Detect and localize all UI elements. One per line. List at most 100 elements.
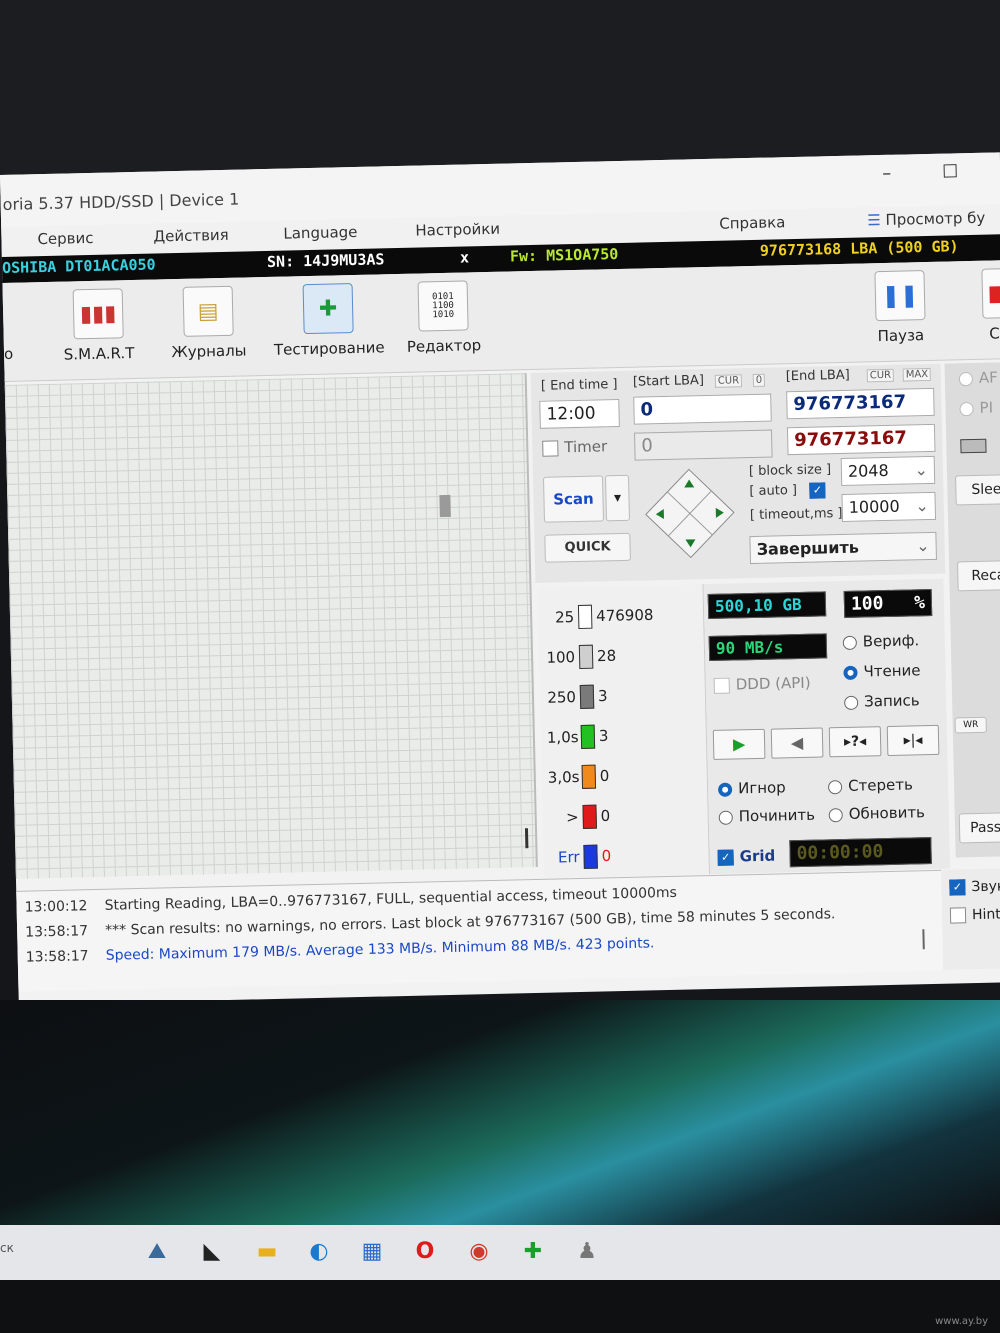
action-ignore-radio[interactable]: Игнор [717,778,786,798]
timer-label: Timer [564,437,608,457]
opera-icon[interactable]: O [408,1235,442,1269]
end-time-value: 12:00 [546,403,596,425]
log-text: Speed: Maximum 179 MB/s. Average 133 MB/… [105,935,655,964]
mode-write-radio[interactable]: Запись [844,691,920,711]
ddd-label: DDD (API) [735,673,811,694]
sound-checkbox[interactable]: ✓ Звук [949,878,1000,896]
action-erase-label: Стереть [847,775,914,795]
list-icon: ☰ [867,210,886,230]
side-option-pi[interactable]: PI [959,399,993,418]
passport-button[interactable]: Passp [958,812,1000,844]
ddd-api-checkbox[interactable]: DDD (API) [713,673,811,694]
menu-language[interactable]: Language [283,223,357,243]
stat-label: > [565,807,579,826]
edge-icon[interactable]: ◐ [302,1235,336,1269]
stop-button[interactable]: ■ Ст [977,268,1000,343]
skip-end-button[interactable]: ▸|◂ [886,724,940,757]
rewind-button[interactable]: ◀ [770,727,824,759]
scan-readouts: 500,10 GB 100% 90 MB/s DDD (API) Вериф. … [703,578,950,875]
close-device-button[interactable]: x [460,248,469,266]
recalibrate-button[interactable]: Reca [957,559,1000,592]
timeout-select[interactable]: 10000 ⌄ [841,491,937,522]
side-pi-label: PI [979,398,994,417]
log-scroll-marker[interactable] [922,929,925,950]
menu-settings[interactable]: Настройки [415,220,500,240]
end-time-input[interactable]: 12:00 [539,399,620,429]
chrome-icon[interactable]: ◉ [462,1235,496,1269]
stat-row: 100 28 [545,644,617,670]
scan-button[interactable]: Scan [542,475,605,523]
stat-count: 3 [597,686,608,706]
widgets-icon[interactable]: ⛰ [140,1235,174,1269]
action-erase-radio[interactable]: Стереть [827,775,914,795]
pause-button[interactable]: ❚❚ Пауза [864,270,936,346]
wr-button[interactable]: WR [954,716,987,734]
sleep-button[interactable]: Slee [955,474,1000,506]
mode-write-label: Запись [863,691,920,711]
map-scroll-marker[interactable] [524,828,529,849]
stats-list: 25 476908 100 28 250 3 1,0s 3 3,0s 0 >0 Err 0 [538,584,703,869]
action-repair-radio[interactable]: Починить [718,806,815,826]
menu-actions[interactable]: Действия [153,226,229,246]
auto-label: [ auto ] [749,483,798,500]
block-size-value: 2048 [847,460,889,481]
watermark: www.ay.by [935,1316,988,1327]
drive-firmware: Fw: MS1OA750 [509,244,619,266]
pi-radio-dot [959,401,974,416]
store-icon[interactable]: ▦ [355,1235,389,1269]
editor-tool[interactable]: 0101 1100 1010 Редактор [403,280,485,356]
end-lba-max-button[interactable]: MAX [902,367,932,382]
pause-label: Пауза [877,326,925,346]
direction-pad[interactable] [641,464,739,562]
pause-icon: ❚❚ [874,270,926,322]
side-option-af[interactable]: AF [958,368,998,387]
menu-view[interactable]: ☰ Просмотр бу [867,209,985,230]
action-refresh-radio[interactable]: Обновить [828,803,926,823]
end-lba-cur-button[interactable]: CUR [866,368,895,383]
action-refresh-label: Обновить [848,803,926,823]
menu-service[interactable]: Сервис [37,229,93,248]
file-explorer-icon[interactable]: ▬ [250,1235,284,1269]
maximize-button[interactable]: ☐ [942,161,959,182]
latency-stats: 25 476908 100 28 250 3 1,0s 3 3,0s 0 >0 Err 0 [537,584,711,878]
stat-count: 0 [601,846,612,866]
hints-checkbox[interactable]: Hints [949,906,1000,924]
start-lba-value: 0 [640,399,654,421]
chevron-down-icon: ⌄ [915,496,929,516]
menu-help[interactable]: Справка [719,213,785,232]
app-taskbar-icon[interactable]: ♟ [570,1235,604,1269]
sector-map-grid[interactable] [4,373,538,879]
testing-tool[interactable]: ✚ Тестирование [273,282,385,359]
victoria-window: oria 5.37 HDD/SSD | Device 1 – ☐ Сервис … [0,152,1000,1005]
minimize-button[interactable]: – [882,163,891,184]
timer-checkbox[interactable]: Timer [542,437,607,456]
victoria-taskbar-icon[interactable]: ✚ [516,1235,550,1269]
sound-check: ✓ [949,879,966,896]
quick-button[interactable]: QUICK [544,532,631,563]
block-size-select[interactable]: 2048 ⌄ [840,455,936,486]
refresh-radio-dot [828,807,843,822]
chevron-down-icon: ⌄ [914,460,929,480]
seek-unknown-button[interactable]: ▸?◂ [828,726,882,758]
scan-dropdown-button[interactable]: ▾ [604,474,631,522]
stop-icon: ■ [981,268,1000,319]
event-log[interactable]: 13:00:12 Starting Reading, LBA=0..9767731… [16,869,944,992]
toolbar-cut-label: о [3,344,14,363]
smart-tool[interactable]: ▮▮▮ S.M.A.R.T [58,288,140,364]
start-lba-input[interactable]: 0 [633,393,772,425]
start-lba-cur-button[interactable]: CUR [714,374,743,388]
task-view-icon[interactable]: ◣ [195,1235,229,1269]
seek-icon: ▸?◂ [843,733,867,750]
auto-checkbox[interactable]: ✓ [809,482,826,499]
logs-tool[interactable]: ▤ Журналы [168,285,250,361]
end-lba-input[interactable]: 976773167 [786,387,935,420]
mode-read-radio[interactable]: Чтение [843,661,921,681]
stop-label: Ст [989,324,1000,343]
mode-verify-radio[interactable]: Вериф. [842,631,919,651]
finish-action-select[interactable]: Завершить ⌄ [749,531,937,565]
end-lba-value: 976773167 [793,391,907,416]
grid-checkbox[interactable]: ✓ Grid [717,847,775,866]
rewind-icon: ◀ [790,732,804,753]
drive-serial: SN: 14J9MU3AS [266,250,385,271]
play-button[interactable]: ▶ [712,728,766,760]
